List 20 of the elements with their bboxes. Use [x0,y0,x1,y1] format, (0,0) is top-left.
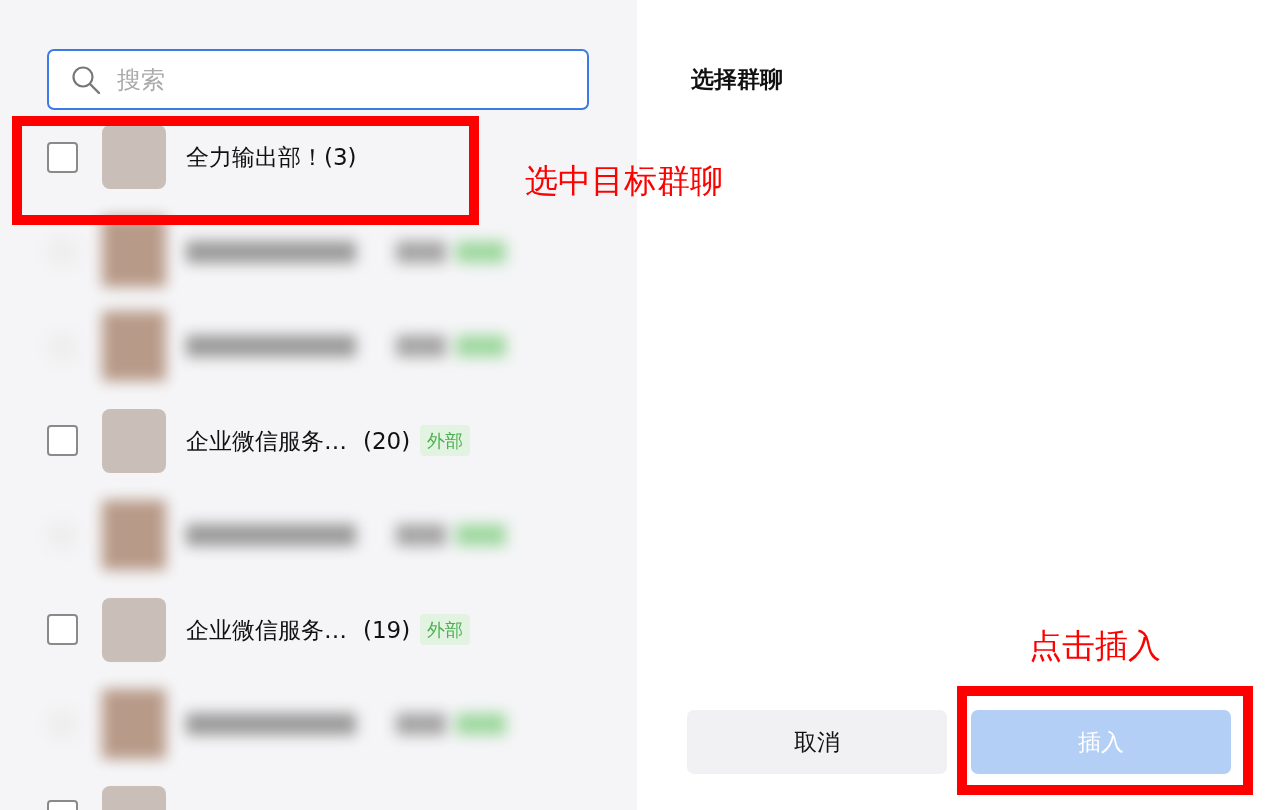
group-name[interactable]: 企业微信服务… [186,423,347,458]
search-icon [71,64,101,95]
avatar-placeholder [102,597,166,662]
search-field[interactable]: 搜索 [47,49,589,110]
cancel-button[interactable]: 取消 [687,710,947,774]
annotation-text: 选中目标群聊 [525,160,723,202]
annotation-text: 点击插入 [1029,625,1161,667]
checkbox[interactable] [47,141,78,173]
external-tag: 外部 [420,614,471,646]
external-tag: 外部 [420,425,471,457]
avatar-placeholder [102,408,166,473]
dialog-title: 选择群聊 [691,65,784,94]
member-count: (19) [363,615,411,645]
group-name[interactable]: 全力输出部！(3) [186,140,357,175]
checkbox[interactable] [47,614,78,646]
checkbox[interactable] [47,425,78,457]
group-name[interactable]: 企业微信服务… [186,612,347,647]
member-count: (20) [363,426,411,456]
avatar-placeholder [102,125,166,190]
search-input[interactable]: 搜索 [115,60,587,99]
